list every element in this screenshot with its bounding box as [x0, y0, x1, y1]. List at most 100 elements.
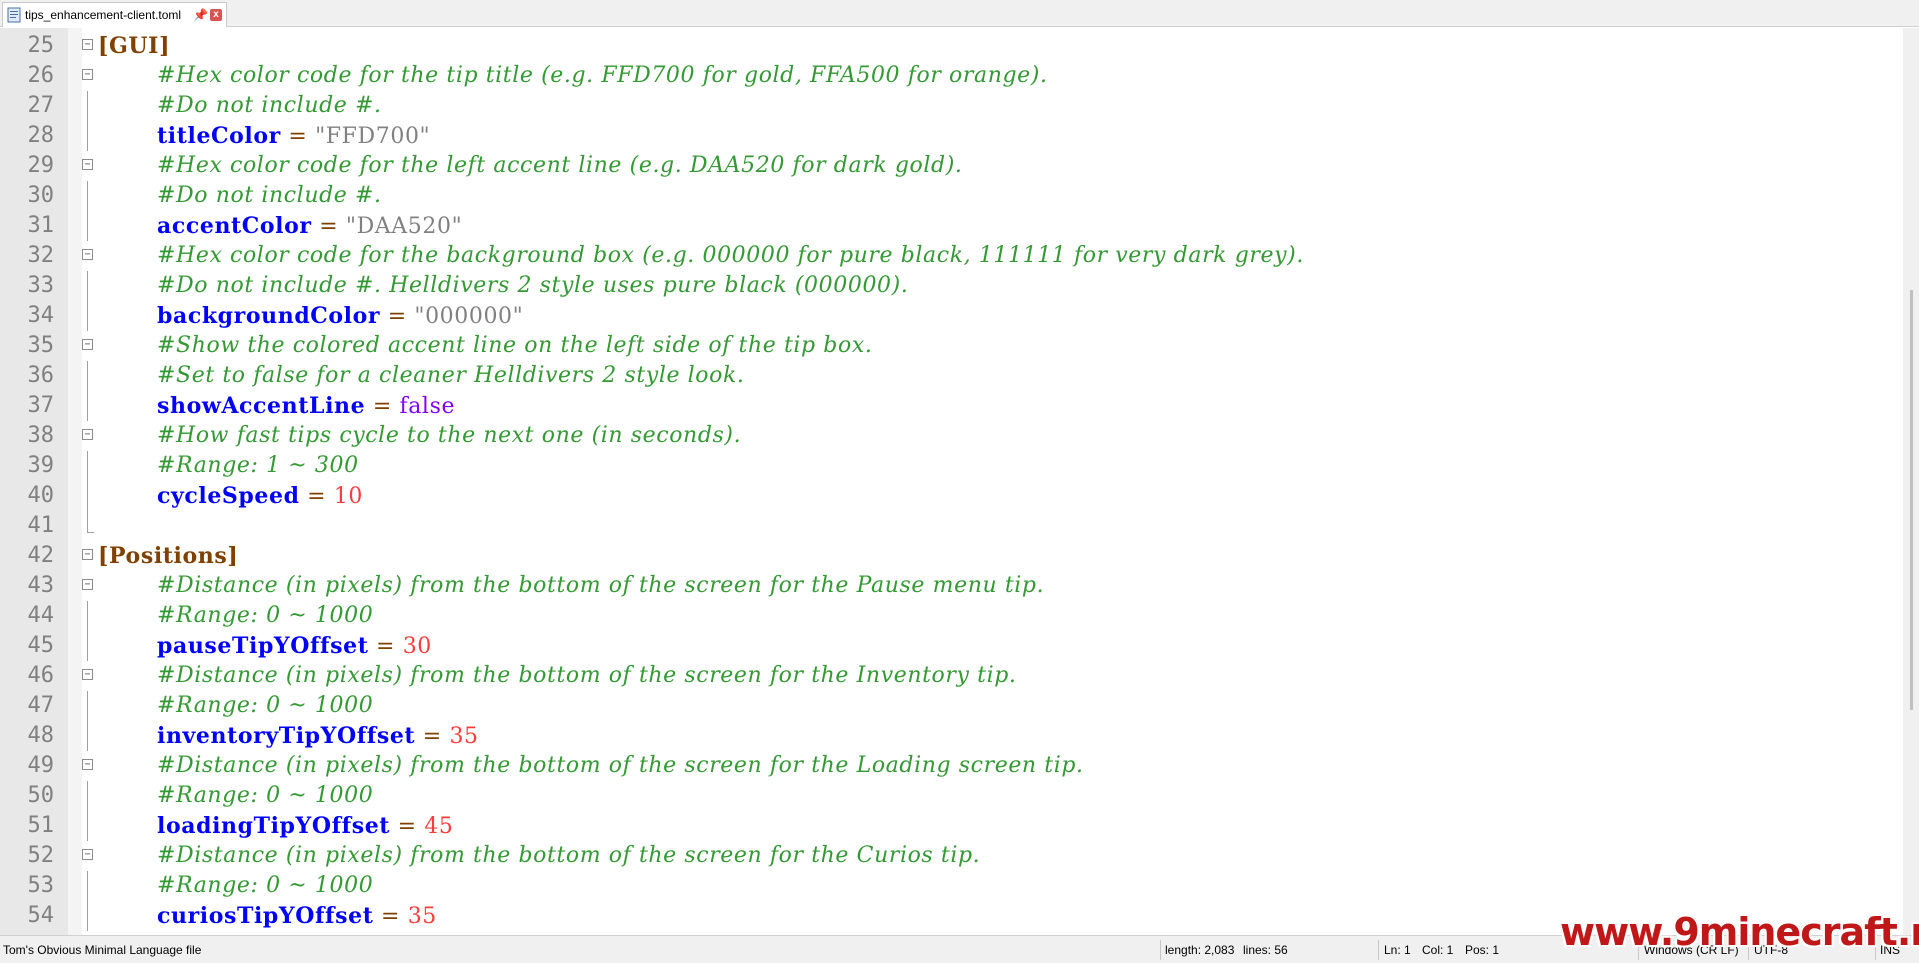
fold-toggle-icon[interactable]: −: [82, 39, 93, 50]
fold-end-marker: [87, 511, 94, 533]
fold-guide: [87, 121, 88, 151]
token-comment: #Distance (in pixels) from the bottom of…: [157, 843, 981, 868]
code-line[interactable]: 49 − #Distance (in pixels) from the bottom…: [0, 751, 1900, 781]
fold-toggle-icon[interactable]: −: [82, 759, 93, 770]
line-number: 29: [27, 153, 55, 178]
code-line[interactable]: 52 − #Distance (in pixels) from the bottom…: [0, 841, 1900, 871]
code-line[interactable]: 34 backgroundColor = "000000": [0, 301, 1900, 331]
code-line[interactable]: 46 − #Distance (in pixels) from the bottom…: [0, 661, 1900, 691]
token-key: backgroundColor: [157, 303, 381, 329]
code-text: cycleSpeed = 10: [157, 481, 363, 512]
fold-guide: [87, 301, 88, 331]
token-comment: #Range: 1 ~ 300: [157, 453, 359, 478]
fold-toggle-icon[interactable]: −: [82, 849, 93, 860]
token-op: =: [368, 634, 403, 659]
code-text: #Distance (in pixels) from the bottom of…: [157, 841, 980, 871]
token-comment: #Do not include #.: [157, 183, 382, 208]
code-line[interactable]: 38 − #How fast tips cycle to the next one …: [0, 421, 1900, 451]
fold-guide: [87, 451, 88, 481]
code-line[interactable]: 45 pauseTipYOffset = 30: [0, 631, 1900, 661]
code-text: [GUI]: [98, 31, 170, 62]
status-col: Col: 1: [1422, 943, 1454, 957]
fold-guide: [87, 91, 88, 121]
token-comment: #Range: 0 ~ 1000: [157, 603, 374, 628]
token-comment: #Do not include #.: [157, 93, 382, 118]
line-number: 28: [27, 123, 55, 148]
fold-toggle-icon[interactable]: −: [82, 669, 93, 680]
fold-guide: [87, 631, 88, 661]
code-line[interactable]: 26 − #Hex color code for the tip title (e.…: [0, 61, 1900, 91]
line-number: 50: [27, 783, 55, 808]
fold-toggle-icon[interactable]: −: [82, 69, 93, 80]
code-line[interactable]: 33 #Do not include #. Helldivers 2 style …: [0, 271, 1900, 301]
code-line[interactable]: 43 − #Distance (in pixels) from the bottom…: [0, 571, 1900, 601]
status-ln: Ln: 1: [1384, 943, 1411, 957]
code-line[interactable]: 42 − [Positions]: [0, 541, 1900, 571]
code-line[interactable]: 36 #Set to false for a cleaner Helldivers…: [0, 361, 1900, 391]
code-editor[interactable]: 25− [GUI] 26− #Hex color code for the tip t…: [0, 28, 1919, 935]
code-text: accentColor = "DAA520": [157, 211, 462, 242]
code-text: #Distance (in pixels) from the bottom of…: [157, 571, 1044, 601]
fold-toggle-icon[interactable]: −: [82, 429, 93, 440]
fold-guide: [87, 811, 88, 841]
code-line[interactable]: 53 #Range: 0 ~ 1000: [0, 871, 1900, 901]
token-comment: #Show the colored accent line on the lef…: [157, 333, 873, 358]
token-comment: #Hex color code for the tip title (e.g. …: [157, 63, 1048, 88]
code-line[interactable]: 28 titleColor = "FFD700": [0, 121, 1900, 151]
code-line[interactable]: 39 #Range: 1 ~ 300: [0, 451, 1900, 481]
token-comment: #Range: 0 ~ 1000: [157, 873, 374, 898]
token-op: =: [280, 124, 316, 149]
code-line[interactable]: 51 loadingTipYOffset = 45: [0, 811, 1900, 841]
scrollbar-thumb[interactable]: [1910, 290, 1913, 710]
code-text: #Hex color code for the left accent line…: [157, 151, 962, 181]
fold-toggle-icon[interactable]: −: [82, 549, 93, 560]
fold-toggle-icon[interactable]: −: [82, 159, 93, 170]
code-text: #Do not include #. Helldivers 2 style us…: [157, 271, 908, 301]
line-number: 36: [27, 363, 55, 388]
code-line[interactable]: 27 #Do not include #.: [0, 91, 1900, 121]
status-pos: Pos: 1: [1465, 943, 1500, 957]
code-line[interactable]: 35 − #Show the colored accent line on the …: [0, 331, 1900, 361]
code-text: #Hex color code for the background box (…: [157, 241, 1304, 271]
code-line[interactable]: 31 accentColor = "DAA520": [0, 211, 1900, 241]
pin-icon[interactable]: 📌: [193, 8, 208, 22]
line-number: 46: [27, 663, 55, 688]
line-number: 37: [27, 393, 55, 418]
line-number: 52: [27, 843, 55, 868]
line-number: 53: [27, 873, 55, 898]
code-line[interactable]: 37 showAccentLine = false: [0, 391, 1900, 421]
code-line[interactable]: 30 #Do not include #.: [0, 181, 1900, 211]
code-text: backgroundColor = "000000": [157, 301, 523, 332]
status-language: Tom's Obvious Minimal Language file: [3, 943, 202, 957]
line-number: 30: [27, 183, 55, 208]
code-line[interactable]: 40 cycleSpeed = 10: [0, 481, 1900, 511]
token-num: 10: [333, 484, 364, 509]
watermark-logo: www.9minecraft.net: [1560, 910, 1919, 954]
code-line[interactable]: 32 − #Hex color code for the background bo…: [0, 241, 1900, 271]
code-line[interactable]: 25 − [GUI]: [0, 31, 1900, 61]
line-number: 43: [27, 573, 55, 598]
code-line[interactable]: 47 #Range: 0 ~ 1000: [0, 691, 1900, 721]
token-comment: #Range: 0 ~ 1000: [157, 783, 374, 808]
code-line[interactable]: 50 #Range: 0 ~ 1000: [0, 781, 1900, 811]
code-line[interactable]: 48 inventoryTipYOffset = 35: [0, 721, 1900, 751]
token-section: [GUI]: [98, 33, 171, 59]
fold-toggle-icon[interactable]: −: [82, 249, 93, 260]
fold-guide: [87, 481, 88, 511]
code-line[interactable]: 41: [0, 511, 1900, 541]
line-number: 32: [27, 243, 55, 268]
line-number: 27: [27, 93, 55, 118]
token-bool: false: [399, 394, 456, 419]
line-number: 41: [27, 513, 55, 538]
token-comment: #Distance (in pixels) from the bottom of…: [157, 663, 1017, 688]
fold-toggle-icon[interactable]: −: [82, 339, 93, 350]
token-key: loadingTipYOffset: [157, 813, 391, 839]
code-text: pauseTipYOffset = 30: [157, 631, 432, 662]
line-number: 34: [27, 303, 55, 328]
fold-toggle-icon[interactable]: −: [82, 579, 93, 590]
code-line[interactable]: 44 #Range: 0 ~ 1000: [0, 601, 1900, 631]
close-icon[interactable]: x: [210, 9, 222, 21]
code-line[interactable]: 29 − #Hex color code for the left accent l…: [0, 151, 1900, 181]
token-str: "FFD700": [315, 124, 431, 149]
tab-tips-enhancement-client[interactable]: tips_enhancement-client.toml 📌 x: [2, 2, 227, 27]
